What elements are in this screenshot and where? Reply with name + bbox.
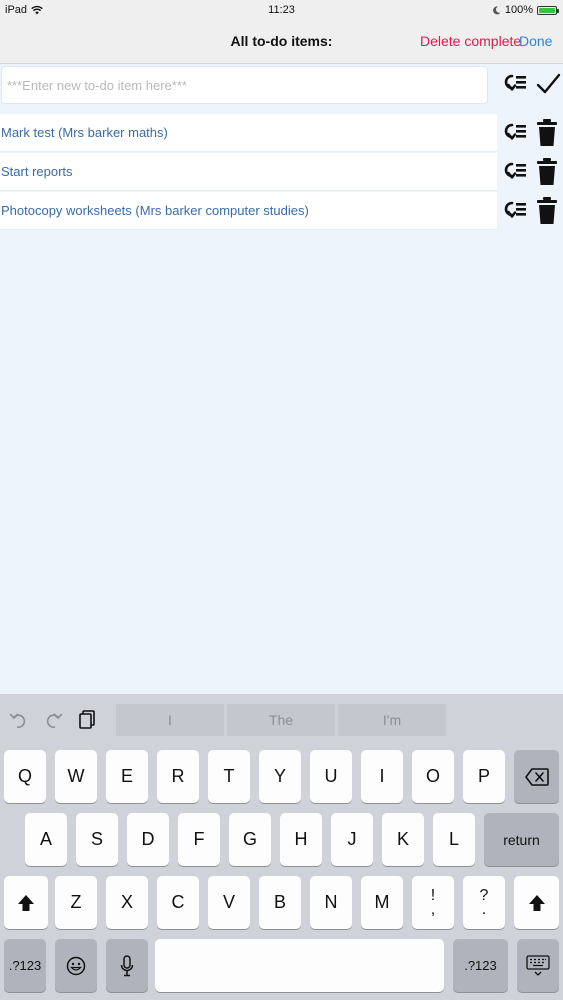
key-r[interactable]: R <box>157 750 199 803</box>
key-k[interactable]: K <box>382 813 424 866</box>
checkmark-icon[interactable] <box>535 71 561 97</box>
todo-label: Mark test (Mrs barker maths) <box>1 125 168 140</box>
dictation-key[interactable] <box>106 939 148 992</box>
key-s[interactable]: S <box>76 813 118 866</box>
done-button[interactable]: Done <box>519 33 552 49</box>
reorder-icon[interactable] <box>502 159 528 185</box>
key-p[interactable]: P <box>463 750 505 803</box>
key-w[interactable]: W <box>55 750 97 803</box>
todo-row[interactable]: Mark test (Mrs barker maths) <box>0 114 497 152</box>
reorder-icon[interactable] <box>502 71 528 97</box>
key-x[interactable]: X <box>106 876 148 929</box>
redo-icon[interactable] <box>42 708 64 730</box>
key-y[interactable]: Y <box>259 750 301 803</box>
return-key[interactable]: return <box>484 813 559 866</box>
trash-icon[interactable] <box>535 118 559 148</box>
key-g[interactable]: G <box>229 813 271 866</box>
status-right: 100% <box>492 4 559 16</box>
shift-key-left[interactable] <box>4 876 48 929</box>
suggestion-2[interactable]: The <box>227 704 335 736</box>
reorder-icon[interactable] <box>502 198 528 224</box>
key-l[interactable]: L <box>433 813 475 866</box>
key-z[interactable]: Z <box>55 876 97 929</box>
backspace-icon <box>524 767 549 786</box>
key-i[interactable]: I <box>361 750 403 803</box>
paste-icon[interactable] <box>76 708 98 730</box>
todo-label: Start reports <box>1 164 73 179</box>
todo-row[interactable]: Photocopy worksheets (Mrs barker compute… <box>0 192 497 230</box>
trash-icon[interactable] <box>535 196 559 226</box>
key-o[interactable]: O <box>412 750 454 803</box>
key-question-period[interactable]: ? . <box>463 876 505 929</box>
todo-row[interactable]: Start reports <box>0 153 497 191</box>
backspace-key[interactable] <box>514 750 559 803</box>
key-h[interactable]: H <box>280 813 322 866</box>
key-a[interactable]: A <box>25 813 67 866</box>
key-v[interactable]: V <box>208 876 250 929</box>
key-j[interactable]: J <box>331 813 373 866</box>
undo-icon[interactable] <box>8 708 30 730</box>
key-bottom-char: . <box>481 900 487 918</box>
new-item-input[interactable] <box>1 66 488 104</box>
nav-bar: All to-do items: Delete complete Done <box>0 20 563 64</box>
key-e[interactable]: E <box>106 750 148 803</box>
shift-icon <box>528 894 545 911</box>
shift-key-right[interactable] <box>514 876 559 929</box>
new-item-row <box>0 64 563 108</box>
trash-icon[interactable] <box>535 157 559 187</box>
numbers-key-right[interactable]: .?123 <box>453 939 508 992</box>
key-f[interactable]: F <box>178 813 220 866</box>
key-u[interactable]: U <box>310 750 352 803</box>
microphone-icon <box>120 954 134 976</box>
shift-icon <box>18 894 34 911</box>
key-d[interactable]: D <box>127 813 169 866</box>
dismiss-keyboard-key[interactable] <box>517 939 559 992</box>
key-q[interactable]: Q <box>4 750 46 803</box>
keyboard: I The I'm Q W E R T Y U I O P A S D F G … <box>0 694 563 1000</box>
delete-complete-button[interactable]: Delete complete <box>420 33 521 49</box>
key-t[interactable]: T <box>208 750 250 803</box>
battery-icon <box>537 5 559 15</box>
key-c[interactable]: C <box>157 876 199 929</box>
suggestion-1[interactable]: I <box>116 704 224 736</box>
moon-icon <box>492 5 501 14</box>
key-m[interactable]: M <box>361 876 403 929</box>
emoji-icon <box>66 956 86 975</box>
keyboard-dismiss-icon <box>526 954 550 976</box>
todo-label: Photocopy worksheets (Mrs barker compute… <box>1 203 309 218</box>
key-bottom-char: , <box>430 900 436 918</box>
reorder-icon[interactable] <box>502 120 528 146</box>
emoji-key[interactable] <box>55 939 97 992</box>
key-b[interactable]: B <box>259 876 301 929</box>
key-n[interactable]: N <box>310 876 352 929</box>
battery-percent: 100% <box>504 4 533 16</box>
status-bar: iPad 11:23 100% <box>0 0 563 20</box>
suggestion-3[interactable]: I'm <box>338 704 446 736</box>
key-exclaim-comma[interactable]: ! , <box>412 876 454 929</box>
status-time: 11:23 <box>268 4 295 16</box>
numbers-key-left[interactable]: .?123 <box>4 939 46 992</box>
space-key[interactable] <box>155 939 444 992</box>
